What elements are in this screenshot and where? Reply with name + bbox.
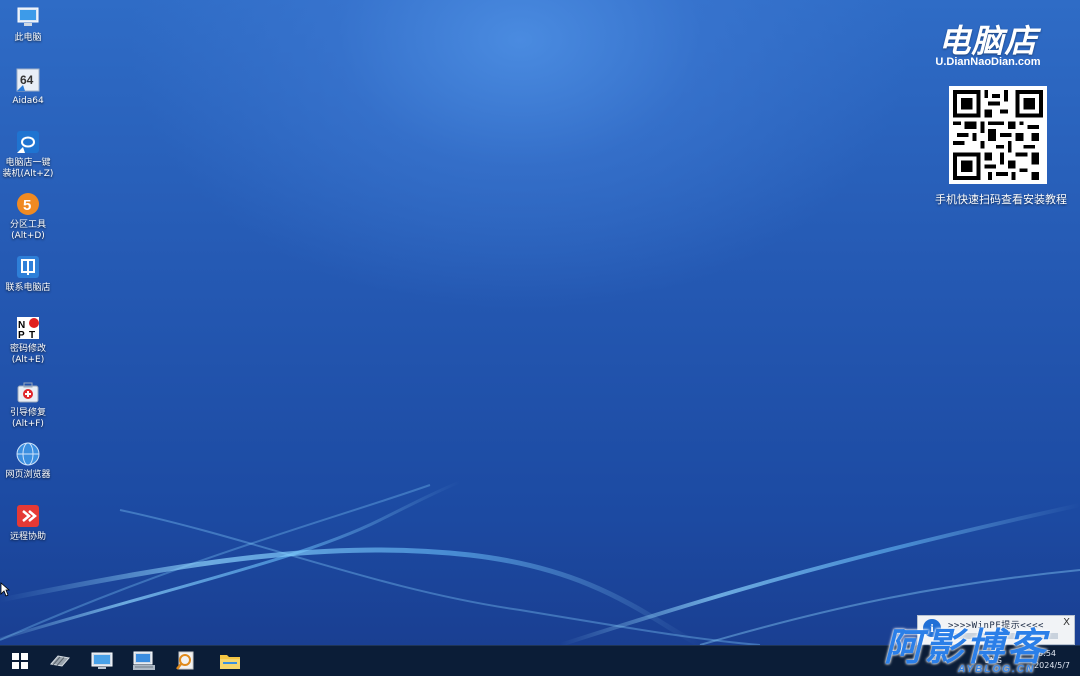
- wallpaper-waves: [0, 480, 1080, 645]
- desktop-icon-remote-assist[interactable]: 远程协助: [0, 499, 56, 543]
- notification-text: >>>>WinPE提示<<<<: [948, 621, 1044, 631]
- qr-caption: 手机快速扫码查看安装教程: [935, 193, 1067, 206]
- brand-title: 电脑店: [938, 23, 1038, 59]
- qr-code: [949, 86, 1047, 184]
- globe-icon: [15, 441, 41, 467]
- partition-icon: 5: [15, 191, 41, 217]
- taskbar: ◂ ENG 0:54 2024/5/7: [0, 645, 1080, 676]
- brand-domain: U.DianNaoDian.com: [935, 56, 1041, 68]
- taskbar-hardware-button[interactable]: [40, 646, 80, 676]
- taskbar-file-explorer-button[interactable]: [210, 646, 250, 676]
- aida64-icon: 64: [15, 67, 41, 93]
- clock-date[interactable]: 2024/5/7: [1034, 661, 1070, 670]
- disk-search-icon: [176, 651, 194, 670]
- desktop-icon-label: Aida64: [12, 96, 44, 106]
- folder-icon: [220, 655, 240, 669]
- desktop-icon-label: 电脑店一键 装机(Alt+Z): [2, 158, 54, 179]
- desktop-icon-label: 网页浏览器: [5, 470, 51, 480]
- desktop-icon-label: 此电脑: [14, 33, 42, 43]
- info-icon: i: [923, 619, 941, 637]
- monitor-icon: [91, 652, 113, 669]
- tray-arrow-icon[interactable]: ◂: [972, 656, 976, 665]
- svg-text:T: T: [29, 330, 35, 341]
- taskbar-network-button[interactable]: [124, 646, 164, 676]
- desktop-icon-web-browser[interactable]: 网页浏览器: [0, 437, 56, 481]
- ntpwedit-icon: NPT: [15, 315, 41, 341]
- svg-text:5: 5: [23, 197, 31, 214]
- desktop-icon-contact-store[interactable]: 联系电脑店: [0, 250, 56, 294]
- network-computer-icon: [133, 651, 155, 670]
- desktop-icon-boot-repair[interactable]: 引导修复 (Alt+F): [0, 375, 56, 430]
- taskbar-disk-search-button[interactable]: [166, 646, 206, 676]
- svg-text:P: P: [18, 330, 25, 341]
- language-indicator[interactable]: ENG: [985, 656, 1002, 665]
- windows-logo-icon: [12, 653, 28, 669]
- start-button[interactable]: [0, 646, 40, 676]
- mouse-cursor-icon: [0, 582, 10, 597]
- desktop-icon-this-pc[interactable]: 此电脑: [0, 0, 56, 44]
- desktop-icon-label: 分区工具 (Alt+D): [9, 220, 46, 241]
- desktop-icon-label: 密码修改 (Alt+E): [9, 344, 46, 365]
- desktop-icon-label: 联系电脑店: [5, 283, 51, 293]
- desktop-icon-label: 引导修复 (Alt+F): [9, 408, 46, 429]
- close-icon[interactable]: X: [1063, 617, 1070, 628]
- first-aid-kit-icon: [15, 379, 41, 405]
- svg-text:64: 64: [20, 73, 34, 87]
- taskbar-this-pc-button[interactable]: [82, 646, 122, 676]
- store-logo-icon: [15, 254, 41, 280]
- clock-time[interactable]: 0:54: [1038, 649, 1056, 658]
- desktop-background: 此电脑 64 Aida64 电脑店一键 装机(Alt+Z) 5 分区工具 (Al…: [0, 0, 1080, 645]
- desktop-icon-password-reset[interactable]: NPT 密码修改 (Alt+E): [0, 311, 56, 366]
- memory-chip-icon: [50, 655, 70, 667]
- desktop-icon-label: 远程协助: [9, 532, 46, 542]
- install-icon: [15, 129, 41, 155]
- desktop-icon-aida64[interactable]: 64 Aida64: [0, 63, 56, 107]
- notification-body: [948, 633, 1058, 639]
- brand-logo: 电脑店 U.DianNaoDian.com: [918, 24, 1058, 68]
- remote-assist-icon: [15, 503, 41, 529]
- desktop-icon-partition-tool[interactable]: 5 分区工具 (Alt+D): [0, 187, 56, 242]
- desktop-icon-one-click-install[interactable]: 电脑店一键 装机(Alt+Z): [0, 125, 56, 180]
- monitor-icon: [15, 4, 41, 30]
- winpe-notification[interactable]: i >>>>WinPE提示<<<< X: [917, 615, 1075, 645]
